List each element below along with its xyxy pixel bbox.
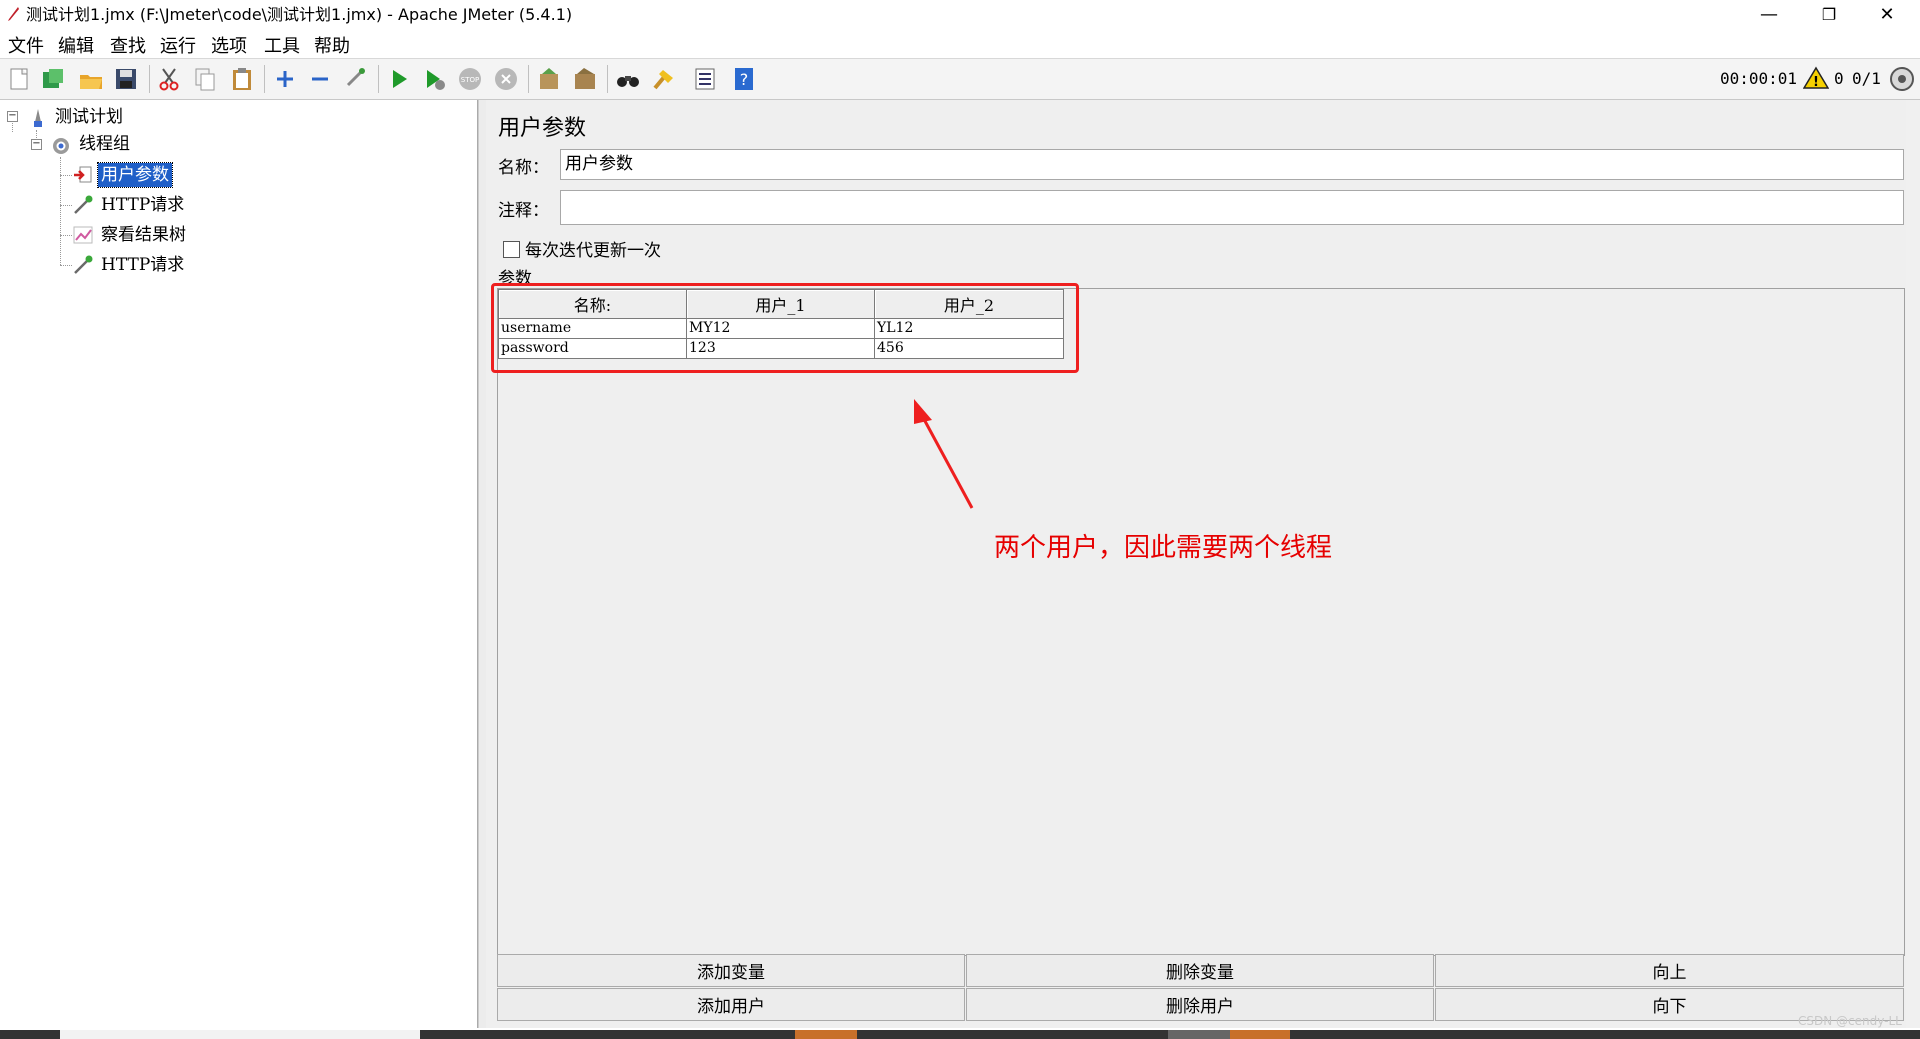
thread-count: 0/1 xyxy=(1852,69,1881,88)
gear-icon xyxy=(53,138,69,154)
cut-icon[interactable] xyxy=(156,66,182,92)
menu-file[interactable]: 文件 xyxy=(8,32,44,58)
delete-variable-button[interactable]: 删除变量 xyxy=(966,954,1434,987)
menu-options[interactable]: 选项 xyxy=(211,32,247,58)
tree-node-label: 用户参数 xyxy=(97,162,173,188)
warning-count: 0 xyxy=(1834,69,1844,88)
function-helper-icon[interactable] xyxy=(692,66,718,92)
name-field[interactable]: 用户参数 xyxy=(560,149,1904,180)
templates-icon[interactable] xyxy=(40,66,66,92)
reset-search-icon[interactable] xyxy=(651,66,677,92)
tree-node-label: HTTP请求 xyxy=(101,255,185,275)
watermark: CSDN @cendy-LL xyxy=(1798,1014,1902,1028)
new-icon[interactable] xyxy=(6,66,32,92)
user-parameters-icon xyxy=(74,166,92,183)
panel-title: 用户参数 xyxy=(498,116,587,141)
tree-node-label: 线程组 xyxy=(79,134,130,154)
update-once-per-iteration-checkbox[interactable] xyxy=(503,241,520,258)
clear-icon[interactable] xyxy=(536,66,562,92)
search-icon[interactable] xyxy=(615,66,641,92)
warning-icon[interactable]: ! xyxy=(1803,66,1829,90)
menu-run[interactable]: 运行 xyxy=(160,32,196,58)
open-icon[interactable] xyxy=(78,66,104,92)
restore-button[interactable]: ❐ xyxy=(1800,0,1858,29)
svg-text:?: ? xyxy=(740,70,749,89)
menu-help[interactable]: 帮助 xyxy=(314,32,350,58)
minimize-button[interactable]: — xyxy=(1740,0,1798,29)
close-button[interactable]: ✕ xyxy=(1858,0,1916,29)
remote-status-icon xyxy=(1890,67,1914,91)
highlight-box xyxy=(491,283,1079,373)
vertical-scrollbar[interactable] xyxy=(1906,100,1920,1028)
save-icon[interactable] xyxy=(113,66,139,92)
stop-icon[interactable]: STOP xyxy=(457,66,483,92)
tree-node-label: HTTP请求 xyxy=(101,195,185,215)
add-user-button[interactable]: 添加用户 xyxy=(497,988,965,1021)
help-icon[interactable]: ? xyxy=(731,66,757,92)
name-label: 名称： xyxy=(498,158,549,178)
elapsed-timer: 00:00:01 xyxy=(1720,69,1798,88)
delete-user-button[interactable]: 删除用户 xyxy=(966,988,1434,1021)
collapse-icon[interactable] xyxy=(307,66,333,92)
comment-label: 注释： xyxy=(498,201,549,221)
comment-field[interactable] xyxy=(560,190,1904,225)
taskbar xyxy=(0,1030,1920,1039)
parameters-table-area xyxy=(497,288,1905,956)
expand-icon[interactable] xyxy=(272,66,298,92)
tree-node-label: 测试计划 xyxy=(55,107,123,127)
annotation-text: 两个用户，因此需要两个线程 xyxy=(994,533,1333,563)
copy-icon[interactable] xyxy=(192,66,218,92)
jmeter-feather-icon xyxy=(8,7,19,21)
annotation-arrow-icon xyxy=(914,399,974,509)
collapse-plan-toggle[interactable]: − xyxy=(7,111,18,122)
toggle-icon[interactable] xyxy=(343,66,369,92)
menu-edit[interactable]: 编辑 xyxy=(58,32,94,58)
tree-node-label: 察看结果树 xyxy=(101,225,186,245)
http-request-icon xyxy=(74,255,93,274)
paste-icon[interactable] xyxy=(229,66,255,92)
menu-search[interactable]: 查找 xyxy=(110,32,146,58)
window-title: 测试计划1.jmx (F:\Jmeter\code\测试计划1.jmx) - A… xyxy=(26,5,573,24)
test-plan-icon xyxy=(34,109,42,127)
menu-tools[interactable]: 工具 xyxy=(264,32,300,58)
results-tree-icon xyxy=(73,226,93,244)
collapse-thread-group-toggle[interactable]: − xyxy=(31,139,42,150)
http-request-icon xyxy=(74,195,93,214)
move-up-button[interactable]: 向上 xyxy=(1435,954,1904,987)
update-once-per-iteration-label: 每次迭代更新一次 xyxy=(525,241,661,261)
title-bar: 测试计划1.jmx (F:\Jmeter\code\测试计划1.jmx) - A… xyxy=(0,0,1920,29)
shutdown-icon[interactable] xyxy=(493,66,519,92)
test-plan-tree-panel: − 测试计划 − 线程组 用户参数 HTTP请求 察看结果树 HTTP请求 xyxy=(0,100,478,1028)
start-icon[interactable] xyxy=(386,66,412,92)
svg-text:STOP: STOP xyxy=(461,76,479,84)
menu-bar: 文件 编辑 查找 运行 选项 工具 帮助 xyxy=(0,29,1920,57)
toolbar: STOP ? 00:00:01 ! 0 0/1 xyxy=(0,58,1920,100)
clear-all-icon[interactable] xyxy=(572,66,598,92)
add-variable-button[interactable]: 添加变量 xyxy=(497,954,965,987)
start-no-pause-icon[interactable] xyxy=(421,66,447,92)
svg-text:!: ! xyxy=(1813,75,1819,90)
